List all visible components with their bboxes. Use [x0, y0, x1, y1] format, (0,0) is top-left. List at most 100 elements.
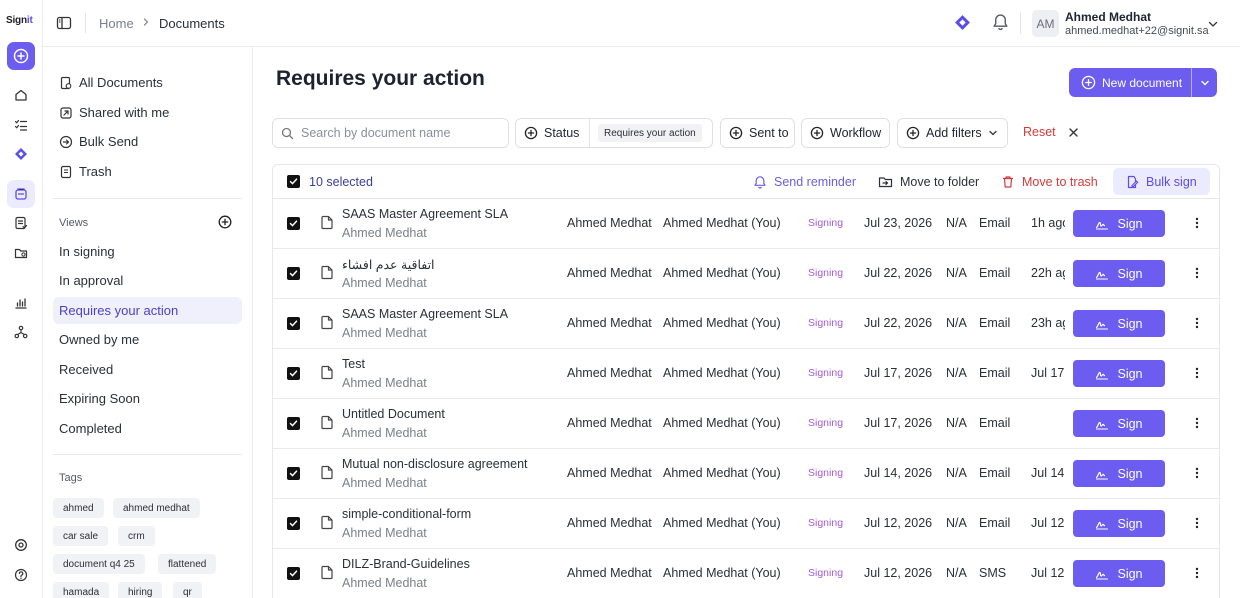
table-row[interactable]: Untitled Document Ahmed Medhat Ahmed Medha… [273, 399, 1219, 449]
table-row[interactable]: SAAS Master Agreement SLA Ahmed Medhat Ahm… [273, 299, 1219, 349]
more-options-icon[interactable] [1195, 367, 1199, 379]
notifications-button[interactable] [992, 13, 1009, 31]
sign-button[interactable]: Sign [1073, 410, 1165, 437]
sign-button[interactable]: Sign [1073, 510, 1165, 537]
tag-chip[interactable]: crm [118, 526, 155, 546]
move-to-folder-button[interactable]: Move to folder [872, 168, 985, 195]
sent-to-filter[interactable]: Sent to [720, 118, 795, 148]
user-name[interactable]: Ahmed Medhat [1065, 10, 1151, 24]
row-checkbox[interactable] [287, 217, 300, 230]
rail-home-button[interactable] [7, 81, 35, 109]
sidebar-view-in-approval[interactable]: In approval [53, 267, 242, 294]
row-checkbox[interactable] [287, 317, 300, 330]
sidebar-item-shared-with-me[interactable]: Shared with me [53, 99, 242, 126]
reset-filters-button[interactable]: Reset [1023, 125, 1056, 139]
toggle-sidebar-button[interactable] [56, 15, 72, 31]
more-options-icon[interactable] [1195, 417, 1199, 429]
sidebar-item-all-documents[interactable]: All Documents [53, 69, 242, 96]
table-row[interactable]: SAAS Master Agreement SLA Ahmed Medhat Ahm… [273, 199, 1219, 249]
more-options-icon[interactable] [1195, 567, 1199, 579]
document-icon [320, 465, 334, 480]
select-all-checkbox[interactable] [287, 175, 300, 188]
workflow-diamond-button[interactable] [954, 14, 971, 31]
add-filters-button[interactable]: Add filters [897, 118, 1008, 148]
rail-documents-button[interactable] [7, 180, 35, 208]
row-checkbox[interactable] [287, 417, 300, 430]
tag-chip[interactable]: ahmed [53, 498, 104, 518]
avatar[interactable]: AM [1032, 10, 1059, 37]
new-document-button[interactable]: New document [1069, 68, 1217, 97]
sidebar-view-in-signing[interactable]: In signing [53, 238, 242, 265]
more-options-icon[interactable] [1195, 217, 1199, 229]
row-checkbox[interactable] [287, 367, 300, 380]
app-logo[interactable]: Signit [6, 15, 33, 26]
table-row[interactable]: اتفاقية عدم افشاء Ahmed Medhat Ahmed Medha… [273, 249, 1219, 299]
row-checkbox[interactable] [287, 567, 300, 580]
sidebar-view-requires-your-action[interactable]: Requires your action [53, 297, 242, 324]
table-row[interactable]: simple-conditional-form Ahmed Medhat Ahmed… [273, 499, 1219, 549]
user-menu-chevron-icon[interactable] [1207, 18, 1219, 30]
more-options-icon[interactable] [1195, 467, 1199, 479]
sign-button[interactable]: Sign [1073, 310, 1165, 337]
tag-chip[interactable]: ahmed medhat [113, 498, 200, 518]
new-document-label: New document [1102, 75, 1183, 90]
signature-icon [1095, 568, 1109, 580]
tag-chip[interactable]: flattened [158, 554, 217, 574]
document-title[interactable]: SAAS Master Agreement SLA [342, 307, 508, 321]
bulk-sign-button[interactable]: Bulk sign [1113, 168, 1210, 195]
sign-button[interactable]: Sign [1073, 360, 1165, 387]
sign-button[interactable]: Sign [1073, 560, 1165, 587]
search-input[interactable] [301, 126, 491, 140]
row-checkbox[interactable] [287, 517, 300, 530]
rail-help-button[interactable] [7, 561, 35, 589]
row-checkbox[interactable] [287, 267, 300, 280]
more-options-icon[interactable] [1195, 267, 1199, 279]
tag-chip[interactable]: document q4 25 [53, 554, 145, 574]
sidebar-item-trash[interactable]: Trash [53, 158, 242, 185]
new-document-main[interactable]: New document [1069, 68, 1191, 97]
row-actions: Sign [1065, 299, 1219, 348]
document-title[interactable]: DILZ-Brand-Guidelines [342, 557, 470, 571]
tag-chip[interactable]: hiring [118, 582, 163, 598]
add-view-icon[interactable] [218, 215, 232, 229]
rail-integrations-button[interactable] [7, 318, 35, 346]
more-options-icon[interactable] [1195, 317, 1199, 329]
tag-chip[interactable]: hamada [53, 582, 110, 598]
tag-chip[interactable]: qr [173, 582, 202, 598]
status-filter-value[interactable]: Requires your action [598, 124, 702, 142]
document-title[interactable]: Untitled Document [342, 407, 445, 421]
rail-reports-button[interactable] [7, 289, 35, 317]
move-to-trash-button[interactable]: Move to trash [995, 168, 1104, 195]
rail-tasks-button[interactable] [7, 111, 35, 139]
workflow-filter[interactable]: Workflow [801, 118, 890, 148]
sidebar-item-bulk-send[interactable]: Bulk Send [53, 128, 242, 155]
more-options-icon[interactable] [1195, 517, 1199, 529]
send-reminder-button[interactable]: Send reminder [747, 168, 862, 195]
sign-button[interactable]: Sign [1073, 210, 1165, 237]
sign-button[interactable]: Sign [1073, 460, 1165, 487]
new-document-dropdown[interactable] [1191, 68, 1217, 97]
tag-chip[interactable]: car sale [53, 526, 109, 546]
rail-new-document-button[interactable] [7, 42, 35, 70]
table-row[interactable]: Test Ahmed Medhat Ahmed Medhat Ahmed Medhat… [273, 349, 1219, 399]
document-title[interactable]: اتفاقية عدم افشاء [342, 257, 435, 272]
sidebar-view-owned-by-me[interactable]: Owned by me [53, 326, 242, 353]
rail-templates-button[interactable] [7, 209, 35, 237]
rail-folders-button[interactable] [7, 239, 35, 267]
document-title[interactable]: SAAS Master Agreement SLA [342, 207, 508, 221]
table-row[interactable]: DILZ-Brand-Guidelines Ahmed Medhat Ahmed M… [273, 549, 1219, 598]
sidebar-view-expiring-soon[interactable]: Expiring Soon [53, 385, 242, 412]
rail-settings-button[interactable] [7, 531, 35, 559]
document-title[interactable]: Mutual non-disclosure agreement [342, 457, 528, 471]
sidebar-view-completed[interactable]: Completed [53, 415, 242, 442]
sidebar-view-received[interactable]: Received [53, 356, 242, 383]
rail-workflow-button[interactable] [7, 140, 35, 168]
document-title[interactable]: simple-conditional-form [342, 507, 471, 521]
row-checkbox[interactable] [287, 467, 300, 480]
table-row[interactable]: Mutual non-disclosure agreement Ahmed Med… [273, 449, 1219, 499]
search-box[interactable] [272, 118, 509, 148]
breadcrumb-home[interactable]: Home [99, 16, 134, 31]
sign-button[interactable]: Sign [1073, 260, 1165, 287]
document-title[interactable]: Test [342, 357, 365, 371]
close-icon[interactable] [1068, 127, 1079, 138]
